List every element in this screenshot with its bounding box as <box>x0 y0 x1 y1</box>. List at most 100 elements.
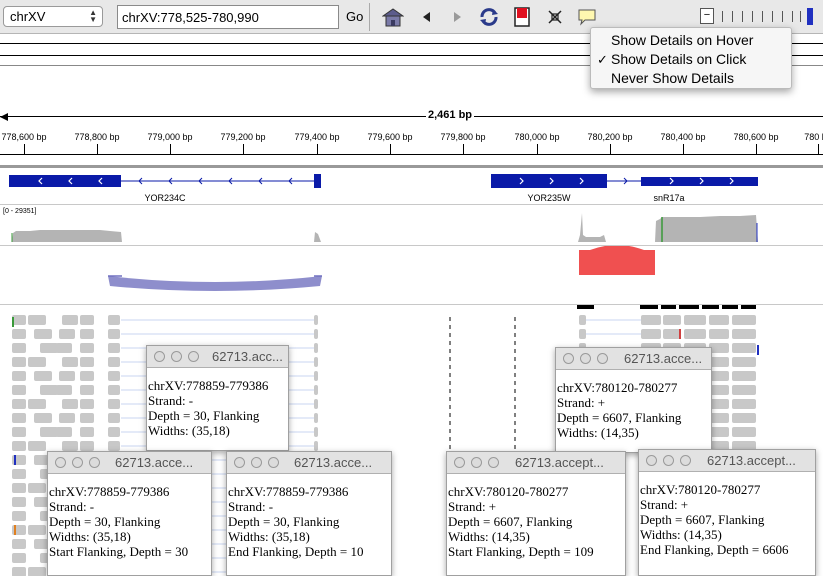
read-block[interactable] <box>12 497 26 507</box>
roi-icon[interactable] <box>511 6 533 28</box>
read-block[interactable] <box>12 441 26 451</box>
read-block[interactable] <box>12 343 26 353</box>
minimize-icon[interactable] <box>580 353 591 364</box>
read-block[interactable] <box>709 427 729 437</box>
read-block[interactable] <box>579 329 586 339</box>
zoom-tick[interactable] <box>752 11 753 22</box>
read-block[interactable] <box>28 525 46 535</box>
minimize-icon[interactable] <box>663 455 674 466</box>
read-block[interactable] <box>709 343 729 353</box>
read-block[interactable] <box>108 385 120 395</box>
read-block[interactable] <box>684 315 706 325</box>
read-block[interactable] <box>12 329 26 339</box>
go-button[interactable]: Go <box>346 9 363 24</box>
read-block[interactable] <box>12 469 26 479</box>
zoom-tick[interactable] <box>782 11 783 22</box>
read-block[interactable] <box>732 371 756 381</box>
read-block[interactable] <box>59 371 75 381</box>
read-block[interactable] <box>56 427 72 437</box>
read-block[interactable] <box>314 329 318 339</box>
read-block[interactable] <box>34 329 52 339</box>
popup-details-icon[interactable] <box>576 6 598 28</box>
read-block[interactable] <box>641 329 661 339</box>
close-icon[interactable] <box>154 351 165 362</box>
minimize-icon[interactable] <box>471 457 482 468</box>
read-block[interactable] <box>62 441 78 451</box>
read-block[interactable] <box>28 483 46 493</box>
read-block[interactable] <box>709 371 729 381</box>
read-block[interactable] <box>80 357 94 367</box>
read-block[interactable] <box>314 357 318 367</box>
read-block[interactable] <box>28 441 46 451</box>
chromosome-select[interactable]: chrXV ▲ ▼ <box>3 6 103 27</box>
zoom-current-level[interactable] <box>807 8 813 25</box>
read-block[interactable] <box>28 315 46 325</box>
read-block[interactable] <box>732 343 756 353</box>
read-block[interactable] <box>732 329 756 339</box>
menu-item-show-details-on-click[interactable]: ✓ Show Details on Click <box>591 50 791 69</box>
zoom-tick[interactable] <box>742 11 743 22</box>
zoom-tick[interactable] <box>762 11 763 22</box>
read-block[interactable] <box>709 385 729 395</box>
read-block[interactable] <box>62 315 78 325</box>
zoom-icon[interactable] <box>268 457 279 468</box>
menu-item-show-details-on-hover[interactable]: Show Details on Hover <box>591 31 791 50</box>
read-block[interactable] <box>732 385 756 395</box>
read-row[interactable] <box>12 315 756 325</box>
read-block[interactable] <box>62 399 78 409</box>
close-icon[interactable] <box>454 457 465 468</box>
zoom-tick[interactable] <box>792 11 793 22</box>
read-block[interactable] <box>709 357 729 367</box>
read-block[interactable] <box>28 357 46 367</box>
home-icon[interactable] <box>382 6 404 28</box>
read-block[interactable] <box>12 427 26 437</box>
read-block[interactable] <box>40 427 58 437</box>
read-block[interactable] <box>12 413 26 423</box>
feature-popup-window[interactable]: 62713.acce... chrXV:778859-779386 Strand… <box>47 451 212 576</box>
read-block[interactable] <box>59 329 75 339</box>
read-block[interactable] <box>732 413 756 423</box>
read-block[interactable] <box>314 343 318 353</box>
read-block[interactable] <box>709 329 729 339</box>
locus-input[interactable] <box>117 5 339 29</box>
read-block[interactable] <box>34 371 52 381</box>
read-block[interactable] <box>108 399 120 409</box>
coverage-track[interactable] <box>0 205 823 245</box>
read-block[interactable] <box>314 441 318 451</box>
read-block[interactable] <box>80 343 94 353</box>
popup-title-bar[interactable]: 62713.acce... <box>227 452 391 474</box>
read-block[interactable] <box>108 427 120 437</box>
read-block[interactable] <box>108 357 120 367</box>
read-block[interactable] <box>314 399 318 409</box>
feature-popup-window[interactable]: 62713.accept... chrXV:780120-780277 Stra… <box>638 449 816 576</box>
read-block[interactable] <box>314 385 318 395</box>
zoom-widget[interactable]: − <box>700 8 823 26</box>
popup-title-bar[interactable]: 62713.acce... <box>556 348 711 370</box>
popup-title-bar[interactable]: 62713.accept... <box>639 450 815 472</box>
read-block[interactable] <box>40 385 58 395</box>
feature-popup-window[interactable]: 62713.acce... chrXV:780120-780277 Strand… <box>555 347 712 453</box>
read-block[interactable] <box>709 315 729 325</box>
feature-popup-window[interactable]: 62713.accept... chrXV:780120-780277 Stra… <box>446 451 626 576</box>
menu-item-never-show-details[interactable]: Never Show Details <box>591 69 791 88</box>
back-icon[interactable] <box>416 6 438 28</box>
read-block[interactable] <box>80 371 94 381</box>
read-block[interactable] <box>732 399 756 409</box>
zoom-tick[interactable] <box>722 11 723 22</box>
read-block[interactable] <box>62 357 78 367</box>
read-block[interactable] <box>108 413 120 423</box>
close-icon[interactable] <box>563 353 574 364</box>
read-block[interactable] <box>663 315 681 325</box>
read-block[interactable] <box>12 483 26 493</box>
zoom-icon[interactable] <box>89 457 100 468</box>
read-block[interactable] <box>12 511 26 521</box>
read-block[interactable] <box>12 315 26 325</box>
read-block[interactable] <box>12 539 26 549</box>
zoom-out-button[interactable]: − <box>700 8 714 24</box>
read-block[interactable] <box>732 315 756 325</box>
read-block[interactable] <box>12 357 26 367</box>
read-block[interactable] <box>12 385 26 395</box>
zoom-icon[interactable] <box>680 455 691 466</box>
zoom-tick[interactable] <box>772 11 773 22</box>
read-block[interactable] <box>12 567 26 576</box>
